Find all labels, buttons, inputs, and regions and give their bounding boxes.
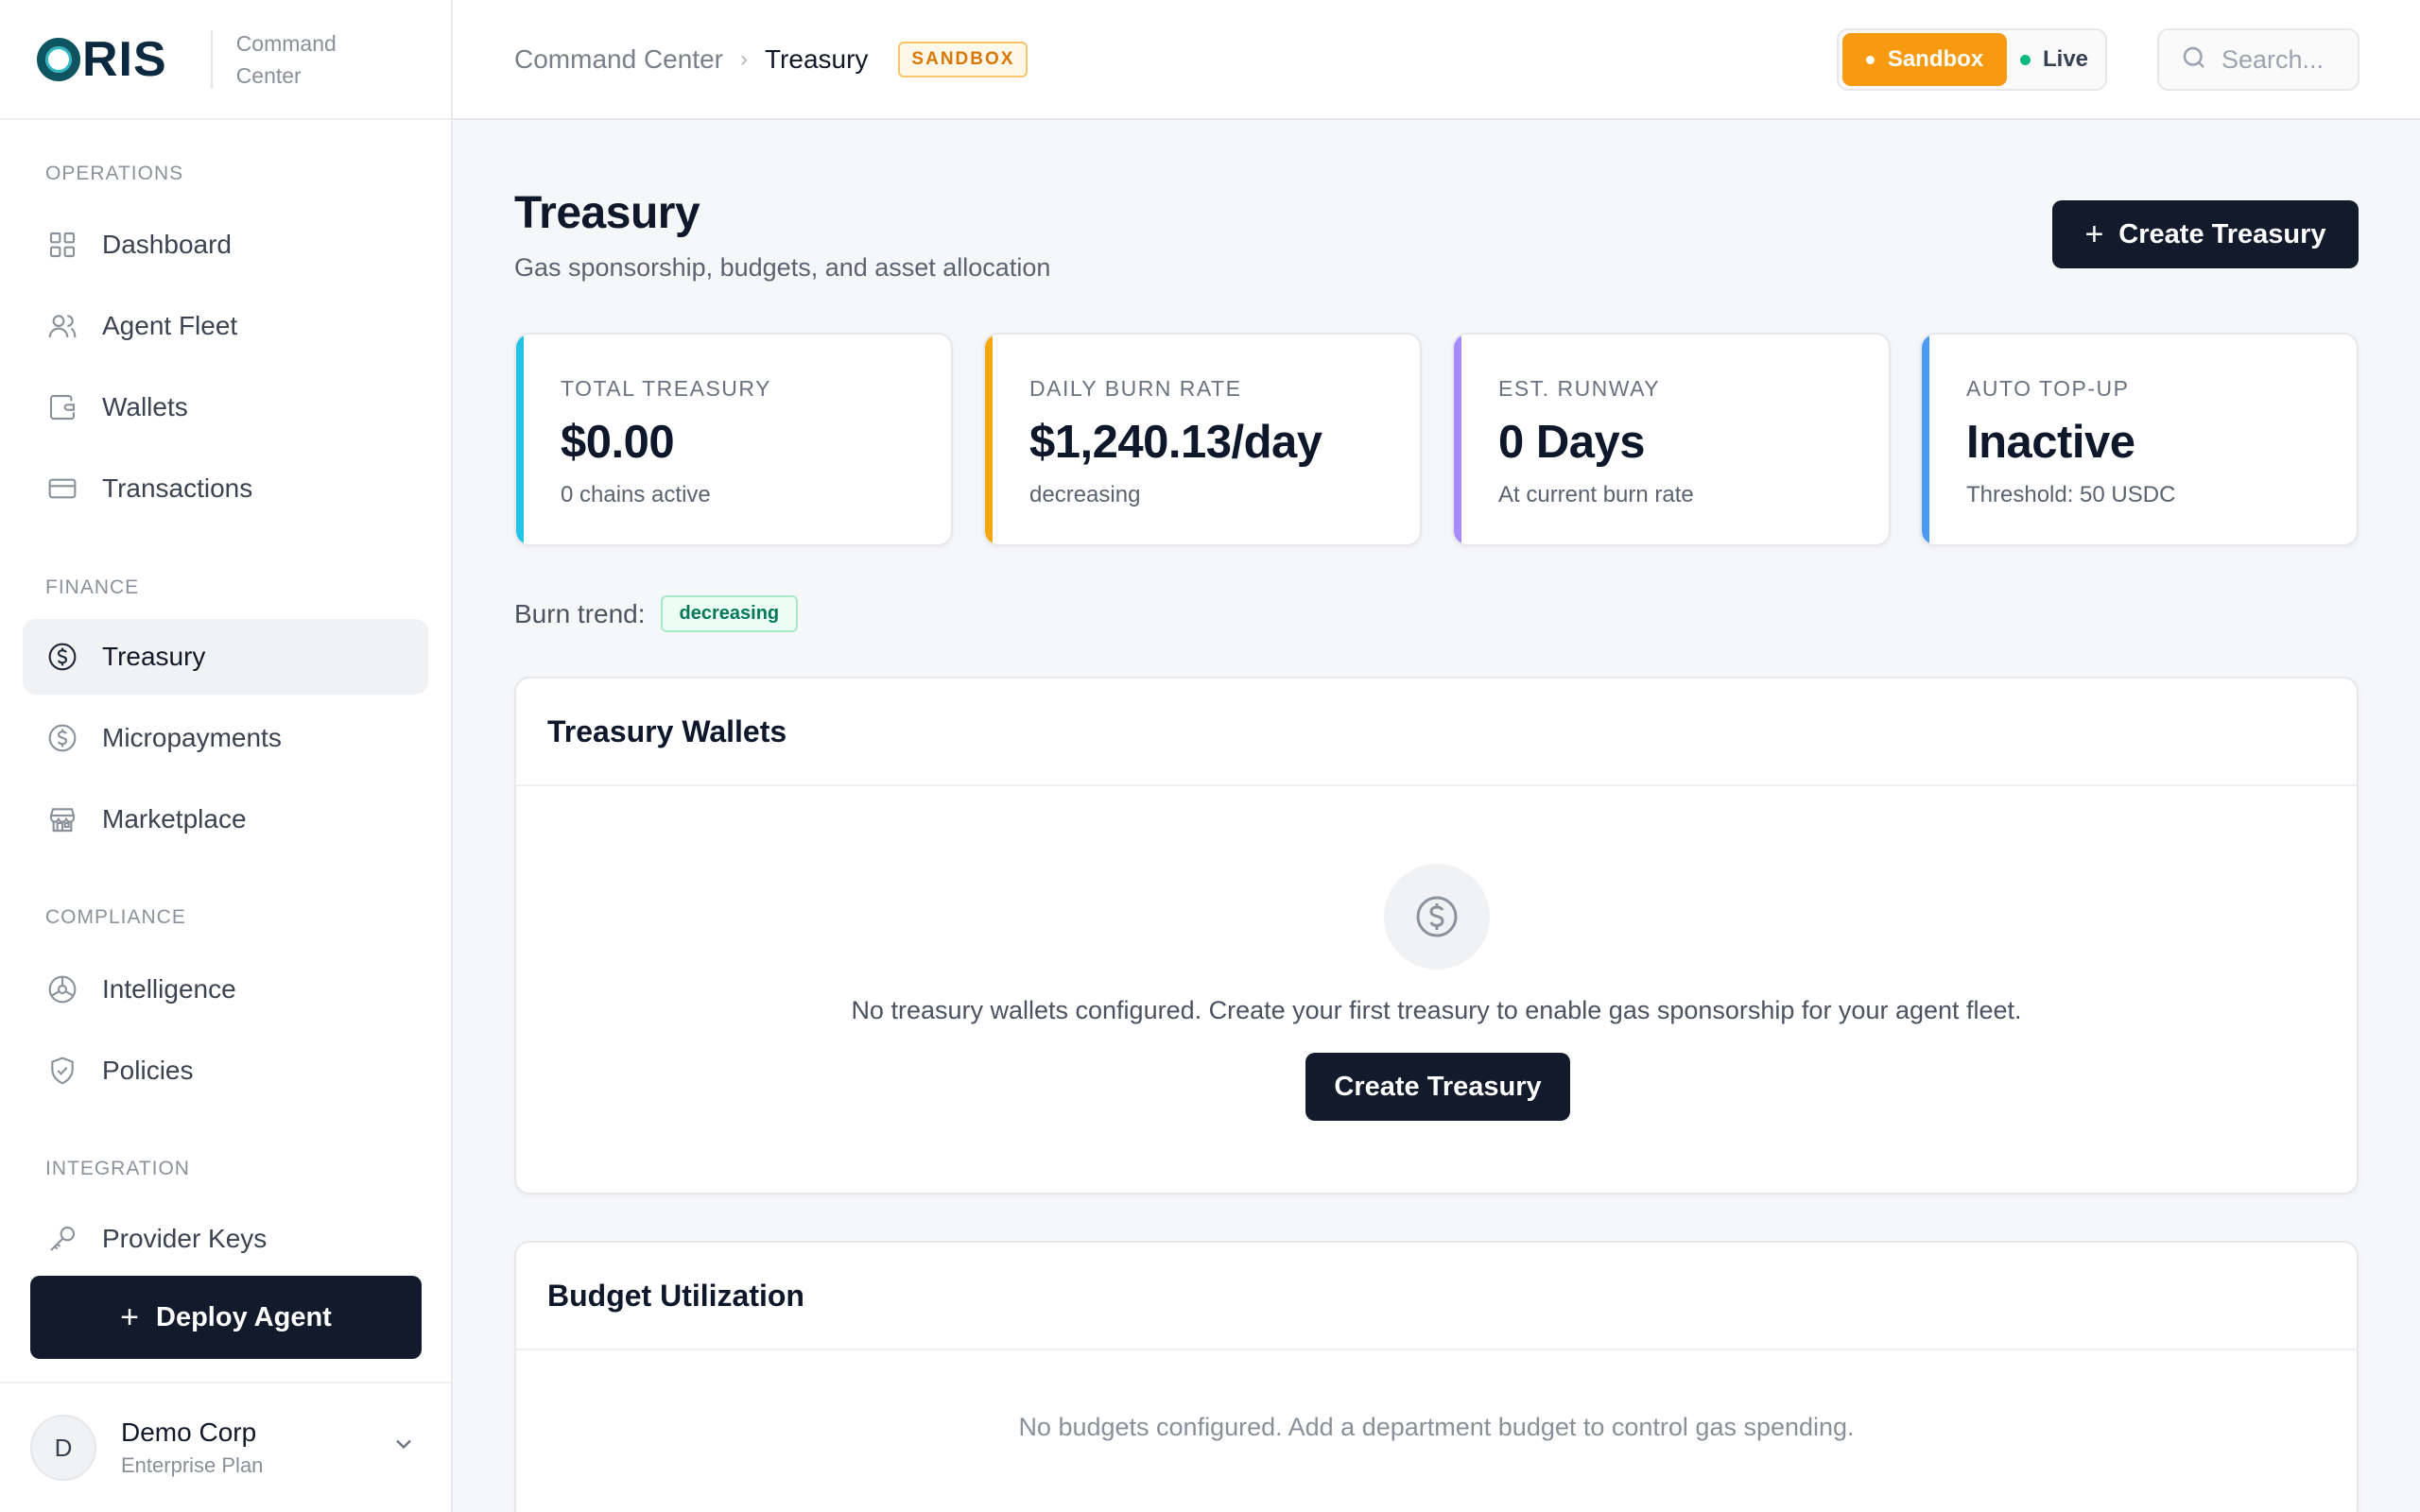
sidebar-item-label: Micropayments [102, 723, 282, 752]
stat-label: EST. RUNWAY [1498, 376, 1661, 401]
org-plan: Enterprise Plan [121, 1453, 264, 1477]
page-subtitle: Gas sponsorship, budgets, and asset allo… [514, 253, 1051, 282]
stat-sub: Threshold: 50 USDC [1966, 482, 2176, 507]
sidebar-item-agent-fleet[interactable]: Agent Fleet [23, 288, 428, 364]
sidebar-item-label: Provider Keys [102, 1224, 268, 1253]
chevron-down-icon[interactable] [390, 1431, 417, 1462]
topbar: Command Center › Treasury SANDBOX Sandbo… [453, 0, 2420, 120]
wallet-icon [46, 391, 78, 423]
sidebar-item-wallets[interactable]: Wallets [23, 369, 428, 445]
sidebar-item-micropayments[interactable]: Micropayments [23, 700, 428, 776]
env-live-button[interactable]: Live [2007, 33, 2101, 86]
env-sandbox-button[interactable]: Sandbox [1842, 33, 2007, 86]
empty-create-treasury-button[interactable]: Create Treasury [1305, 1053, 1570, 1121]
sidebar-item-label: Intelligence [102, 974, 236, 1004]
search-box[interactable] [2157, 28, 2360, 91]
sidebar-item-label: Dashboard [102, 230, 232, 259]
stat-sub: At current burn rate [1498, 482, 1694, 507]
dollar-circle-icon [46, 641, 78, 673]
brand-subtitle: Command Center [235, 30, 337, 88]
sidebar-item-marketplace[interactable]: Marketplace [23, 782, 428, 857]
sidebar-item-label: Wallets [102, 392, 188, 421]
stat-card-daily-burn-rate: DAILY BURN RATE $1,240.13/day decreasing [983, 333, 1422, 546]
sidebar-item-treasury[interactable]: Treasury [23, 619, 428, 695]
nav-section-compliance: COMPLIANCE [45, 906, 186, 928]
environment-toggle: Sandbox Live [1837, 28, 2107, 91]
nav-section-operations: OPERATIONS [45, 163, 184, 184]
stat-value: $0.00 [561, 417, 675, 468]
search-icon [2180, 43, 2208, 77]
logo-text: RIS [82, 31, 167, 87]
panel-title: Budget Utilization [516, 1243, 2357, 1350]
plus-icon: + [120, 1298, 140, 1335]
sidebar-item-label: Treasury [102, 642, 206, 671]
org-name: Demo Corp [121, 1418, 257, 1447]
dollar-circle-icon [1384, 864, 1490, 970]
create-treasury-button[interactable]: + Create Treasury [2052, 200, 2359, 268]
sidebar-item-intelligence[interactable]: Intelligence [23, 952, 428, 1027]
nav-section-finance: FINANCE [45, 576, 140, 598]
sidebar-item-transactions[interactable]: Transactions [23, 451, 428, 526]
card-icon [46, 472, 78, 505]
stat-card-est-runway: EST. RUNWAY 0 Days At current burn rate [1452, 333, 1891, 546]
env-badge: SANDBOX [898, 42, 1028, 77]
burn-trend: Burn trend: decreasing [514, 595, 799, 632]
burn-trend-label: Burn trend: [514, 598, 646, 628]
breadcrumb-current: Treasury [764, 44, 869, 74]
shield-check-icon [46, 1055, 78, 1087]
org-info: Demo Corp Enterprise Plan [121, 1418, 263, 1478]
stat-label: DAILY BURN RATE [1029, 376, 1242, 401]
grid-icon [46, 229, 78, 261]
breadcrumb-parent[interactable]: Command Center [514, 44, 723, 75]
sidebar-item-policies[interactable]: Policies [23, 1033, 428, 1108]
stat-label: AUTO TOP-UP [1966, 376, 2130, 401]
store-icon [46, 803, 78, 835]
sidebar-item-label: Agent Fleet [102, 311, 238, 340]
empty-state-text: No budgets configured. Add a department … [1018, 1413, 1855, 1441]
sidebar-item-label: Marketplace [102, 804, 247, 833]
dollar-circle-icon [46, 722, 78, 754]
users-icon [46, 310, 78, 342]
treasury-wallets-panel: Treasury Wallets No treasury wallets con… [514, 677, 2359, 1194]
status-badge: decreasing [660, 595, 799, 632]
stat-label: TOTAL TREASURY [561, 376, 771, 401]
empty-state-text: No treasury wallets configured. Create y… [851, 996, 2022, 1024]
chart-pie-icon [46, 973, 78, 1005]
org-switcher[interactable]: D Demo Corp Enterprise Plan [0, 1382, 451, 1512]
status-dot-icon [2019, 54, 2031, 65]
stat-card-auto-top-up: AUTO TOP-UP Inactive Threshold: 50 USDC [1920, 333, 2359, 546]
logo-ring-icon [37, 37, 80, 81]
brand-divider [210, 29, 213, 89]
brand-header: RIS Command Center [0, 0, 451, 120]
stat-card-total-treasury: TOTAL TREASURY $0.00 0 chains active [514, 333, 953, 546]
page-title: Treasury [514, 188, 700, 238]
stat-sub: decreasing [1029, 482, 1141, 507]
stat-value: 0 Days [1498, 417, 1646, 468]
deploy-agent-button[interactable]: + Deploy Agent [30, 1276, 422, 1359]
plus-icon: + [2084, 215, 2104, 252]
stat-value: Inactive [1966, 417, 2135, 468]
oris-logo[interactable]: RIS [37, 35, 167, 84]
nav-section-integration: INTEGRATION [45, 1158, 190, 1179]
sidebar: RIS Command Center OPERATIONS Dashboard … [0, 0, 453, 1512]
sidebar-item-dashboard[interactable]: Dashboard [23, 207, 428, 283]
sidebar-item-label: Transactions [102, 473, 253, 503]
stat-sub: 0 chains active [561, 482, 711, 507]
chevron-right-icon: › [739, 46, 748, 72]
stat-value: $1,240.13/day [1029, 417, 1322, 468]
status-dot-icon [1865, 55, 1875, 64]
budget-utilization-panel: Budget Utilization No budgets configured… [514, 1241, 2359, 1512]
key-icon [46, 1223, 78, 1255]
panel-title: Treasury Wallets [516, 679, 2357, 786]
avatar: D [30, 1415, 96, 1481]
search-input[interactable] [2221, 44, 2354, 75]
sidebar-item-label: Policies [102, 1056, 194, 1085]
sidebar-item-provider-keys[interactable]: Provider Keys [23, 1201, 428, 1277]
breadcrumb: Command Center › Treasury SANDBOX [514, 42, 1028, 77]
